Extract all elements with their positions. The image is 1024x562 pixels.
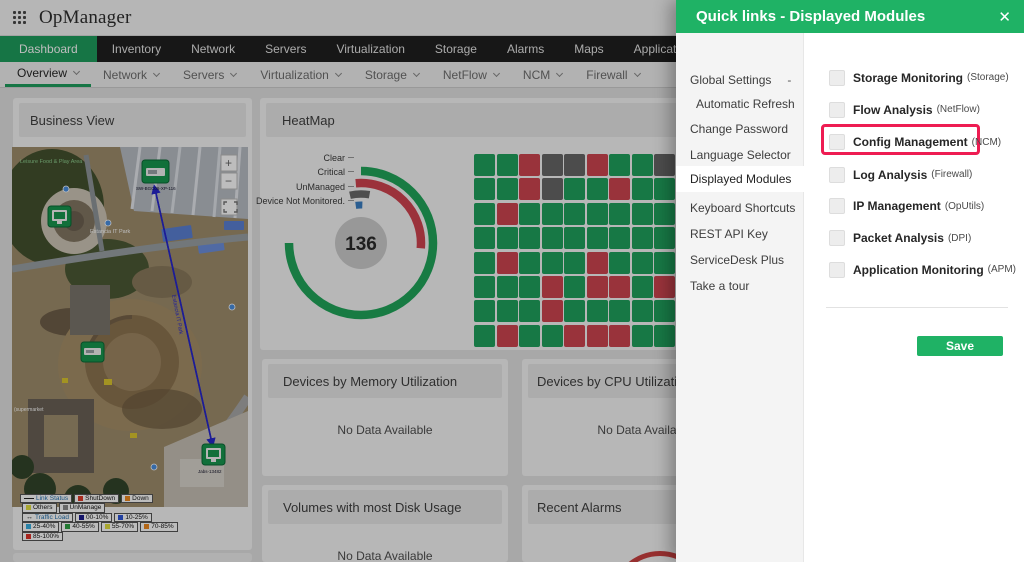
- quick-links-panel: Quick links - Displayed Modules ✕ Global…: [676, 0, 1024, 562]
- panel-menu-language-selector[interactable]: Language Selector: [690, 148, 791, 162]
- module-packet-analysis: Packet Analysis (DPI): [829, 230, 971, 247]
- module-tag: (Storage): [967, 72, 1009, 83]
- module-storage-monitoring: Storage Monitoring (Storage): [829, 69, 1009, 86]
- panel-menu-change-password[interactable]: Change Password: [690, 122, 788, 136]
- module-label: Storage Monitoring: [853, 71, 963, 85]
- module-checkbox[interactable]: [829, 262, 845, 278]
- panel-menu-label: Change Password: [690, 122, 788, 136]
- module-label: Packet Analysis: [853, 231, 944, 245]
- panel-menu-displayed-modules[interactable]: Displayed Modules: [676, 166, 804, 192]
- panel-menu: Global Settings - Automatic Refresh Change …: [676, 33, 804, 562]
- panel-menu-label: Displayed Modules: [690, 172, 791, 186]
- panel-menu-label: Global Settings: [690, 73, 771, 87]
- module-checkbox[interactable]: [829, 102, 845, 118]
- panel-menu-keyboard-shortcuts[interactable]: Keyboard Shortcuts: [690, 201, 795, 215]
- panel-menu-label: REST API Key: [690, 227, 768, 241]
- panel-menu-label: Automatic Refresh: [696, 97, 795, 111]
- close-icon[interactable]: ✕: [998, 8, 1011, 26]
- module-checkbox[interactable]: [829, 230, 845, 246]
- panel-menu-label: Language Selector: [690, 148, 791, 162]
- collapse-minus-icon: -: [787, 73, 791, 87]
- module-tag: (NCM): [972, 137, 1001, 148]
- module-tag: (OpUtils): [945, 201, 984, 212]
- panel-title: Quick links - Displayed Modules: [696, 8, 925, 25]
- panel-menu-rest-api-key[interactable]: REST API Key: [690, 227, 768, 241]
- module-checkbox[interactable]: [829, 198, 845, 214]
- save-button[interactable]: Save: [917, 336, 1003, 356]
- module-checkbox[interactable]: [829, 70, 845, 86]
- opmanager-app: OpManager DashboardInventoryNetworkServe…: [0, 0, 1024, 562]
- module-config-management: Config Management (NCM): [829, 134, 1001, 151]
- panel-menu-servicedesk-plus[interactable]: ServiceDesk Plus: [690, 253, 784, 267]
- panel-menu-label: Take a tour: [690, 279, 749, 293]
- module-log-analysis: Log Analysis (Firewall): [829, 166, 972, 183]
- panel-menu-global-settings[interactable]: Global Settings -: [690, 73, 791, 87]
- module-label: Config Management: [853, 135, 968, 149]
- panel-menu-label: ServiceDesk Plus: [690, 253, 784, 267]
- module-tag: (NetFlow): [937, 104, 980, 115]
- panel-divider: [826, 307, 1008, 308]
- module-tag: (DPI): [948, 233, 971, 244]
- panel-header: Quick links - Displayed Modules ✕: [676, 0, 1024, 33]
- dim-overlay: [0, 0, 676, 562]
- module-ip-management: IP Management (OpUtils): [829, 198, 984, 215]
- module-label: IP Management: [853, 199, 941, 213]
- panel-menu-label: Keyboard Shortcuts: [690, 201, 795, 215]
- module-application-monitoring: Application Monitoring (APM): [829, 261, 1016, 278]
- module-label: Log Analysis: [853, 168, 927, 182]
- module-tag: (APM): [988, 264, 1016, 275]
- module-checkbox[interactable]: [829, 167, 845, 183]
- module-label: Flow Analysis: [853, 103, 933, 117]
- module-checkbox[interactable]: [829, 134, 845, 150]
- module-tag: (Firewall): [931, 169, 972, 180]
- module-flow-analysis: Flow Analysis (NetFlow): [829, 101, 980, 118]
- module-label: Application Monitoring: [853, 263, 984, 277]
- panel-menu-take-a-tour[interactable]: Take a tour: [690, 279, 749, 293]
- panel-menu-automatic-refresh[interactable]: Automatic Refresh: [696, 97, 795, 111]
